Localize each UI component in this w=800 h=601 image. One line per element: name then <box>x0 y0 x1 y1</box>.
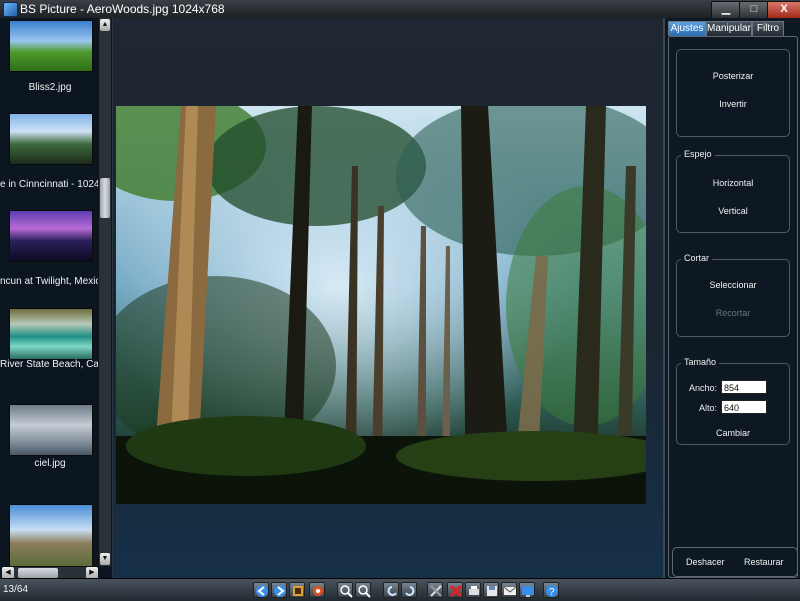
wallpaper-icon[interactable] <box>519 582 535 598</box>
forward-icon[interactable] <box>271 582 287 598</box>
back-icon[interactable] <box>253 582 269 598</box>
restore-button[interactable]: Restaurar <box>744 557 784 567</box>
thumbnail-image[interactable] <box>9 20 93 72</box>
rotate-left-icon[interactable] <box>383 582 399 598</box>
thumbnail-vertical-scrollbar[interactable]: ▲ ▼ <box>98 18 111 566</box>
rotate-right-icon[interactable] <box>401 582 417 598</box>
thumbnail-image[interactable] <box>9 308 93 360</box>
thumbnail-image[interactable] <box>9 113 93 165</box>
image-viewer <box>113 18 663 578</box>
apply-size-button[interactable]: Cambiar <box>677 428 789 438</box>
crop-group: Cortar Seleccionar Recortar <box>676 253 790 337</box>
svg-text:?: ? <box>549 587 555 598</box>
tab-filtro[interactable]: Filtro <box>752 21 784 36</box>
thumbnail-label[interactable]: Bliss2.jpg <box>0 82 100 93</box>
app-icon <box>3 2 18 17</box>
help-icon[interactable]: ? <box>543 582 559 598</box>
zoom-in-icon[interactable] <box>337 582 353 598</box>
tools-icon[interactable] <box>427 582 443 598</box>
thumbnail-label[interactable]: ncun at Twilight, Mexico.j <box>0 276 100 287</box>
scroll-down-icon[interactable]: ▼ <box>100 553 110 565</box>
select-button[interactable]: Seleccionar <box>677 280 789 290</box>
film-icon[interactable] <box>289 582 305 598</box>
scroll-up-icon[interactable]: ▲ <box>100 19 110 31</box>
email-icon[interactable] <box>501 582 517 598</box>
posterize-button[interactable]: Posterizar <box>677 71 789 81</box>
history-group: Deshacer Restaurar <box>672 547 798 577</box>
flip-horizontal-button[interactable]: Horizontal <box>677 178 789 188</box>
maximize-button[interactable]: □ <box>739 1 769 19</box>
minimize-button[interactable]: ▁ <box>711 1 741 19</box>
thumbnail-image[interactable] <box>9 504 93 568</box>
mirror-group: Espejo Horizontal Vertical <box>676 149 790 233</box>
mirror-group-title: Espejo <box>681 149 715 159</box>
thumbnail-image[interactable] <box>9 404 93 456</box>
thumbnail-image[interactable] <box>9 210 93 262</box>
crop-button[interactable]: Recortar <box>677 308 789 318</box>
close-button[interactable]: X <box>767 1 800 19</box>
width-label: Ancho: <box>688 383 717 393</box>
slideshow-icon[interactable] <box>309 582 325 598</box>
delete-icon[interactable] <box>447 582 463 598</box>
print-icon[interactable] <box>465 582 481 598</box>
crop-group-title: Cortar <box>681 253 713 263</box>
thumbnail-strip: Bliss2.jpg e in Cinncinnati - 1024x76 nc… <box>0 18 114 579</box>
height-input[interactable]: 640 <box>721 400 767 414</box>
scroll-thumb[interactable] <box>100 178 110 218</box>
forest-photo <box>116 106 646 504</box>
adjust-group: Posterizar Invertir <box>676 49 790 137</box>
main-photo[interactable] <box>116 106 646 504</box>
thumbnail-label[interactable]: ciel.jpg <box>0 458 100 469</box>
thumbnail-label[interactable]: River State Beach, Califor <box>0 359 100 370</box>
size-group: Tamaño Ancho: 854 Alto: 640 Cambiar <box>676 357 790 445</box>
width-input[interactable]: 854 <box>721 380 767 394</box>
thumbnail-label[interactable]: e in Cinncinnati - 1024x76 <box>0 179 100 190</box>
tab-manipular[interactable]: Manipular <box>706 21 752 36</box>
image-counter: 13/64 <box>3 584 29 595</box>
invert-button[interactable]: Invertir <box>677 99 789 109</box>
tools-panel: Ajustes Manipular Filtro Posterizar Inve… <box>663 18 800 578</box>
save-icon[interactable] <box>483 582 499 598</box>
undo-button[interactable]: Deshacer <box>686 557 725 567</box>
flip-vertical-button[interactable]: Vertical <box>677 206 789 216</box>
scroll-thumb-horizontal[interactable] <box>18 568 58 578</box>
tab-content: Posterizar Invertir Espejo Horizontal Ve… <box>668 36 798 578</box>
tab-ajustes[interactable]: Ajustes <box>668 21 706 36</box>
title-bar: BS Picture - AeroWoods.jpg 1024x768 ▁ □ … <box>0 0 800 19</box>
height-label: Alto: <box>698 403 717 413</box>
window-title: BS Picture - AeroWoods.jpg 1024x768 <box>20 2 225 16</box>
status-bar: 13/64 ? <box>0 578 800 601</box>
zoom-out-icon[interactable] <box>355 582 371 598</box>
size-group-title: Tamaño <box>681 357 720 367</box>
